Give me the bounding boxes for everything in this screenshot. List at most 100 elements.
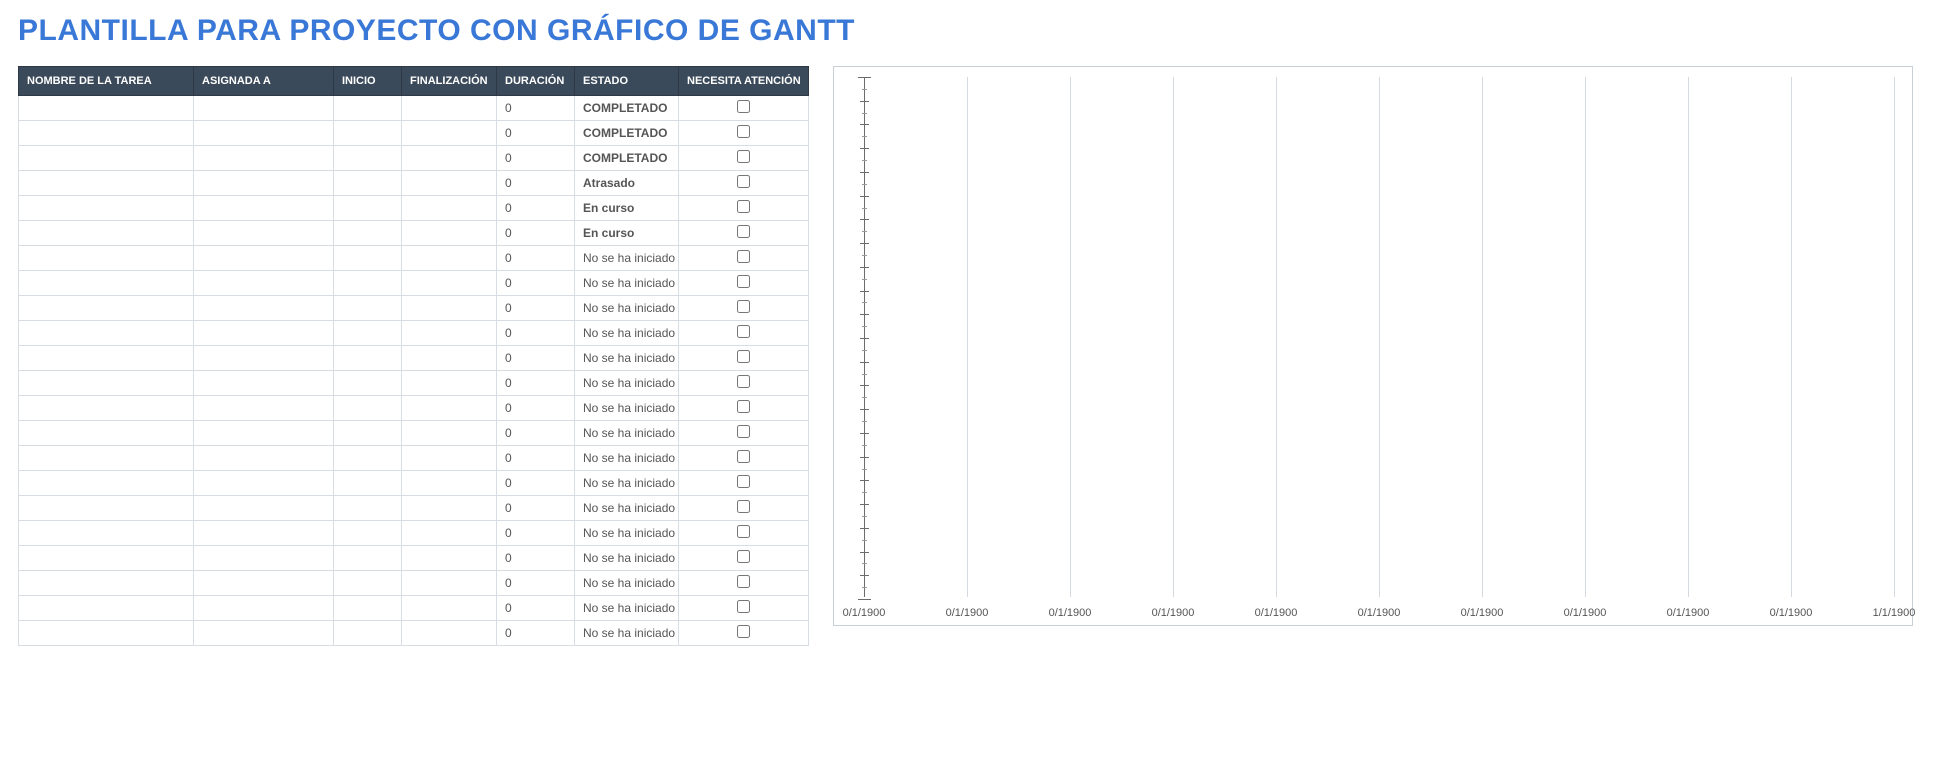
cell-start[interactable] bbox=[334, 271, 402, 296]
cell-status[interactable]: No se ha iniciado bbox=[575, 246, 679, 271]
cell-start[interactable] bbox=[334, 96, 402, 121]
cell-start[interactable] bbox=[334, 246, 402, 271]
cell-duration[interactable]: 0 bbox=[497, 296, 575, 321]
cell-assigned[interactable] bbox=[194, 146, 334, 171]
cell-duration[interactable]: 0 bbox=[497, 371, 575, 396]
cell-task-name[interactable] bbox=[19, 396, 194, 421]
cell-start[interactable] bbox=[334, 496, 402, 521]
cell-status[interactable]: No se ha iniciado bbox=[575, 296, 679, 321]
cell-end[interactable] bbox=[402, 596, 497, 621]
cell-end[interactable] bbox=[402, 321, 497, 346]
needs-attention-checkbox[interactable] bbox=[737, 600, 750, 613]
cell-task-name[interactable] bbox=[19, 96, 194, 121]
cell-duration[interactable]: 0 bbox=[497, 521, 575, 546]
cell-end[interactable] bbox=[402, 621, 497, 646]
cell-assigned[interactable] bbox=[194, 321, 334, 346]
cell-status[interactable]: COMPLETADO bbox=[575, 121, 679, 146]
needs-attention-checkbox[interactable] bbox=[737, 200, 750, 213]
cell-status[interactable]: No se ha iniciado bbox=[575, 521, 679, 546]
cell-assigned[interactable] bbox=[194, 596, 334, 621]
cell-end[interactable] bbox=[402, 471, 497, 496]
cell-assigned[interactable] bbox=[194, 246, 334, 271]
cell-task-name[interactable] bbox=[19, 371, 194, 396]
cell-status[interactable]: Atrasado bbox=[575, 171, 679, 196]
cell-start[interactable] bbox=[334, 321, 402, 346]
cell-start[interactable] bbox=[334, 621, 402, 646]
cell-assigned[interactable] bbox=[194, 571, 334, 596]
cell-end[interactable] bbox=[402, 271, 497, 296]
needs-attention-checkbox[interactable] bbox=[737, 400, 750, 413]
cell-task-name[interactable] bbox=[19, 121, 194, 146]
cell-start[interactable] bbox=[334, 221, 402, 246]
cell-assigned[interactable] bbox=[194, 121, 334, 146]
cell-assigned[interactable] bbox=[194, 96, 334, 121]
cell-status[interactable]: No se ha iniciado bbox=[575, 546, 679, 571]
cell-task-name[interactable] bbox=[19, 521, 194, 546]
cell-duration[interactable]: 0 bbox=[497, 146, 575, 171]
cell-status[interactable]: No se ha iniciado bbox=[575, 446, 679, 471]
cell-assigned[interactable] bbox=[194, 546, 334, 571]
cell-task-name[interactable] bbox=[19, 346, 194, 371]
cell-assigned[interactable] bbox=[194, 171, 334, 196]
cell-duration[interactable]: 0 bbox=[497, 271, 575, 296]
cell-duration[interactable]: 0 bbox=[497, 171, 575, 196]
cell-start[interactable] bbox=[334, 396, 402, 421]
cell-end[interactable] bbox=[402, 346, 497, 371]
cell-task-name[interactable] bbox=[19, 246, 194, 271]
cell-start[interactable] bbox=[334, 446, 402, 471]
cell-task-name[interactable] bbox=[19, 471, 194, 496]
cell-status[interactable]: COMPLETADO bbox=[575, 146, 679, 171]
cell-duration[interactable]: 0 bbox=[497, 496, 575, 521]
needs-attention-checkbox[interactable] bbox=[737, 125, 750, 138]
cell-status[interactable]: No se ha iniciado bbox=[575, 271, 679, 296]
cell-end[interactable] bbox=[402, 146, 497, 171]
cell-start[interactable] bbox=[334, 196, 402, 221]
cell-start[interactable] bbox=[334, 371, 402, 396]
cell-status[interactable]: No se ha iniciado bbox=[575, 421, 679, 446]
cell-task-name[interactable] bbox=[19, 571, 194, 596]
cell-duration[interactable]: 0 bbox=[497, 596, 575, 621]
cell-assigned[interactable] bbox=[194, 521, 334, 546]
cell-assigned[interactable] bbox=[194, 371, 334, 396]
cell-duration[interactable]: 0 bbox=[497, 396, 575, 421]
cell-assigned[interactable] bbox=[194, 496, 334, 521]
needs-attention-checkbox[interactable] bbox=[737, 250, 750, 263]
cell-status[interactable]: No se ha iniciado bbox=[575, 346, 679, 371]
cell-task-name[interactable] bbox=[19, 221, 194, 246]
cell-end[interactable] bbox=[402, 521, 497, 546]
cell-start[interactable] bbox=[334, 521, 402, 546]
cell-start[interactable] bbox=[334, 596, 402, 621]
cell-status[interactable]: No se ha iniciado bbox=[575, 496, 679, 521]
cell-assigned[interactable] bbox=[194, 346, 334, 371]
cell-end[interactable] bbox=[402, 421, 497, 446]
cell-start[interactable] bbox=[334, 571, 402, 596]
cell-start[interactable] bbox=[334, 421, 402, 446]
cell-task-name[interactable] bbox=[19, 546, 194, 571]
cell-start[interactable] bbox=[334, 121, 402, 146]
cell-assigned[interactable] bbox=[194, 196, 334, 221]
cell-end[interactable] bbox=[402, 96, 497, 121]
cell-end[interactable] bbox=[402, 446, 497, 471]
cell-start[interactable] bbox=[334, 471, 402, 496]
cell-task-name[interactable] bbox=[19, 596, 194, 621]
needs-attention-checkbox[interactable] bbox=[737, 575, 750, 588]
cell-end[interactable] bbox=[402, 296, 497, 321]
cell-status[interactable]: No se ha iniciado bbox=[575, 321, 679, 346]
cell-duration[interactable]: 0 bbox=[497, 246, 575, 271]
cell-assigned[interactable] bbox=[194, 446, 334, 471]
needs-attention-checkbox[interactable] bbox=[737, 525, 750, 538]
cell-end[interactable] bbox=[402, 221, 497, 246]
cell-duration[interactable]: 0 bbox=[497, 221, 575, 246]
cell-task-name[interactable] bbox=[19, 196, 194, 221]
cell-task-name[interactable] bbox=[19, 421, 194, 446]
cell-end[interactable] bbox=[402, 546, 497, 571]
cell-assigned[interactable] bbox=[194, 471, 334, 496]
cell-status[interactable]: En curso bbox=[575, 221, 679, 246]
cell-end[interactable] bbox=[402, 396, 497, 421]
needs-attention-checkbox[interactable] bbox=[737, 175, 750, 188]
cell-duration[interactable]: 0 bbox=[497, 196, 575, 221]
cell-duration[interactable]: 0 bbox=[497, 421, 575, 446]
cell-duration[interactable]: 0 bbox=[497, 321, 575, 346]
cell-end[interactable] bbox=[402, 371, 497, 396]
needs-attention-checkbox[interactable] bbox=[737, 275, 750, 288]
